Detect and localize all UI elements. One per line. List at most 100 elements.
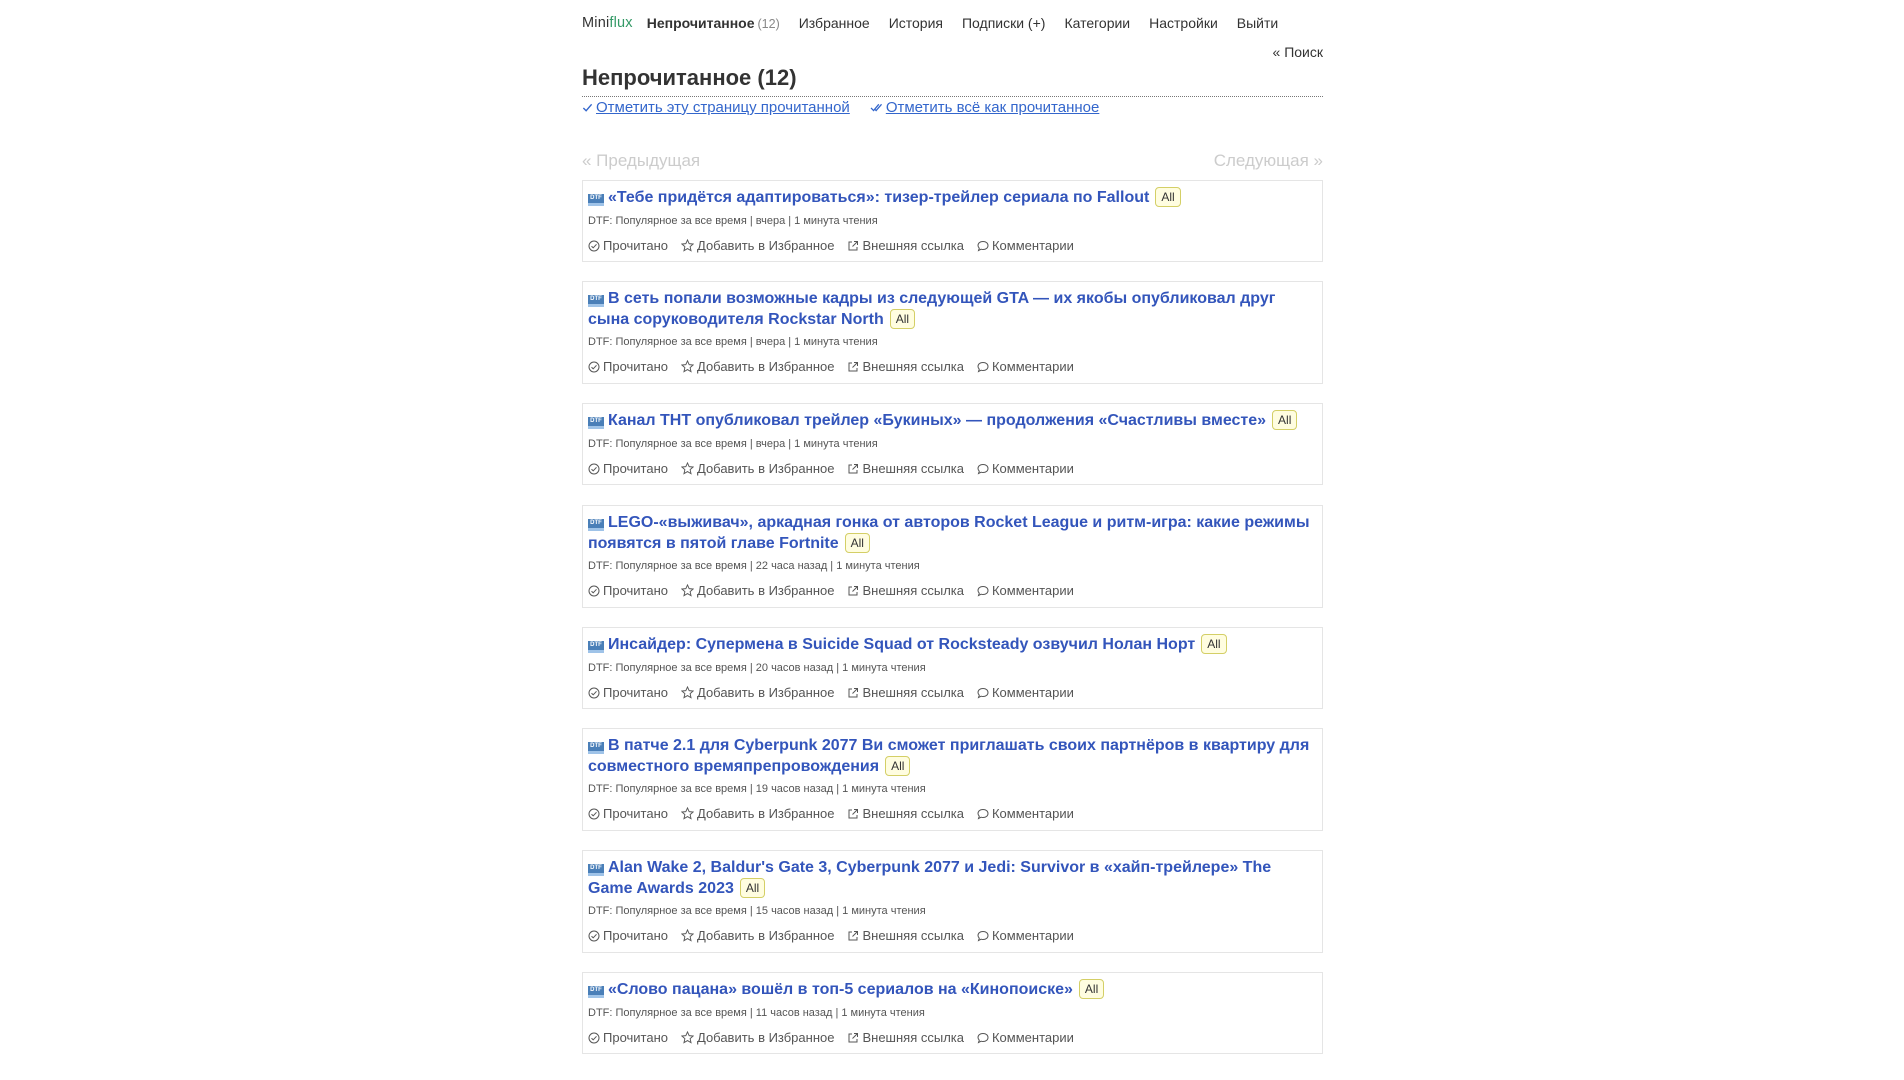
category-tag[interactable]: All — [739, 878, 766, 898]
entry-title-link[interactable]: «Тебе придётся адаптироваться»: тизер-тр… — [608, 189, 1149, 206]
category-tag[interactable]: All — [844, 533, 870, 553]
category-tag[interactable]: All — [1272, 410, 1298, 430]
mark-read-label: Прочитано — [603, 238, 668, 253]
external-link-label: Внешняя ссылка — [862, 583, 964, 598]
comments-button[interactable]: Комментарии — [977, 583, 1074, 598]
mark-read-button[interactable]: Прочитано — [588, 928, 668, 943]
nav-logout[interactable]: Выйти — [1237, 15, 1278, 31]
mark-all-read-button[interactable]: Отметить всё как прочитанное — [870, 99, 1099, 116]
star-button[interactable]: Добавить в Избранное — [681, 806, 834, 821]
external-link-button[interactable]: Внешняя ссылка — [847, 928, 964, 943]
comment-icon — [977, 361, 989, 372]
external-link-icon — [848, 463, 859, 473]
mark-read-button[interactable]: Прочитано — [588, 806, 668, 821]
comments-button[interactable]: Комментарии — [977, 928, 1074, 943]
external-link-button[interactable]: Внешняя ссылка — [847, 359, 964, 374]
entry-title: DTF «Слово пацана» вошёл в топ-5 сериалов… — [588, 979, 1314, 1000]
entry-actions: Прочитано Добавить в Избранное Внешняя ссы… — [588, 806, 1087, 821]
entry-item: DTF LEGO-«выживач», аркадная гонка от авт… — [582, 505, 1323, 608]
feed-icon: DTF — [588, 194, 604, 206]
comments-label: Комментарии — [991, 359, 1074, 374]
external-link-label: Внешняя ссылка — [862, 461, 964, 476]
star-label: Добавить в Избранное — [697, 583, 835, 598]
check-circle-icon — [588, 687, 600, 698]
comments-label: Комментарии — [991, 583, 1074, 598]
feed-icon: DTF — [588, 641, 604, 653]
mark-read-button[interactable]: Прочитано — [588, 583, 668, 598]
nav-feeds[interactable]: Подписки (+) — [962, 15, 1045, 31]
feed-icon: DTF — [588, 742, 604, 754]
star-button[interactable]: Добавить в Избранное — [681, 238, 834, 253]
external-link-icon — [848, 361, 859, 371]
external-link-button[interactable]: Внешняя ссылка — [847, 583, 964, 598]
star-button[interactable]: Добавить в Избранное — [681, 1030, 834, 1045]
category-tag[interactable]: All — [889, 309, 916, 329]
nav-history[interactable]: История — [889, 15, 943, 31]
star-icon — [681, 584, 694, 597]
comment-icon — [977, 930, 989, 941]
external-link-button[interactable]: Внешняя ссылка — [847, 461, 964, 476]
mark-read-button[interactable]: Прочитано — [588, 461, 668, 476]
mark-read-button[interactable]: Прочитано — [588, 685, 668, 700]
feed-icon: DTF — [588, 864, 604, 876]
entry-meta: DTF: Популярное за все время | 20 часов … — [588, 662, 926, 674]
logo-flux: flux — [609, 15, 633, 31]
search-link[interactable]: « Поиск — [1273, 44, 1323, 60]
mark-read-button[interactable]: Прочитано — [588, 1030, 668, 1045]
external-link-button[interactable]: Внешняя ссылка — [847, 1030, 964, 1045]
comment-icon — [977, 585, 989, 596]
entry-item: DTF Alan Wake 2, Baldur's Gate 3, Cyberpu… — [582, 850, 1323, 953]
star-icon — [681, 360, 694, 373]
feed-icon: DTF — [588, 986, 604, 998]
entry-title-link[interactable]: В сеть попали возможные кадры из следующ… — [588, 290, 1275, 328]
star-button[interactable]: Добавить в Избранное — [681, 359, 834, 374]
star-button[interactable]: Добавить в Избранное — [681, 461, 834, 476]
comments-button[interactable]: Комментарии — [977, 461, 1074, 476]
entry-item: DTF В сеть попали возможные кадры из след… — [582, 281, 1323, 384]
entry-actions: Прочитано Добавить в Избранное Внешняя ссы… — [588, 238, 1087, 253]
page-title: Непрочитанное (12) — [582, 64, 1323, 97]
external-link-button[interactable]: Внешняя ссылка — [847, 238, 964, 253]
entry-title-link[interactable]: В патче 2.1 для Cyberpunk 2077 Ви сможет… — [588, 737, 1309, 775]
comments-button[interactable]: Комментарии — [977, 685, 1074, 700]
comments-button[interactable]: Комментарии — [977, 238, 1074, 253]
nav-starred[interactable]: Избранное — [799, 15, 870, 31]
nav-unread[interactable]: Непрочитанное (12) — [647, 15, 780, 31]
mark-page-read-button[interactable]: Отметить эту страницу прочитанной — [582, 99, 850, 116]
category-tag[interactable]: All — [1201, 634, 1227, 654]
category-tag[interactable]: All — [885, 756, 911, 776]
star-button[interactable]: Добавить в Избранное — [681, 685, 834, 700]
entry-item: DTF В патче 2.1 для Cyberpunk 2077 Ви смо… — [582, 728, 1323, 831]
entry-title: DTF Канал ТНТ опубликовал трейлер «Букины… — [588, 410, 1314, 431]
comments-label: Комментарии — [991, 238, 1074, 253]
nav-settings[interactable]: Настройки — [1149, 15, 1218, 31]
comment-icon — [977, 240, 989, 251]
nav-categories[interactable]: Категории — [1064, 15, 1130, 31]
star-label: Добавить в Избранное — [697, 359, 835, 374]
pagination-next: Следующая » — [1213, 151, 1323, 170]
star-button[interactable]: Добавить в Избранное — [681, 928, 834, 943]
category-tag[interactable]: All — [1078, 979, 1105, 999]
entry-meta: DTF: Популярное за все время | вчера | 1… — [588, 215, 878, 227]
entry-title-link[interactable]: «Слово пацана» вошёл в топ-5 сериалов на… — [608, 981, 1073, 998]
entry-title-link[interactable]: LEGO-«выживач», аркадная гонка от авторо… — [588, 514, 1310, 552]
entry-title-link[interactable]: Канал ТНТ опубликовал трейлер «Букиных» … — [608, 412, 1266, 429]
comments-button[interactable]: Комментарии — [977, 359, 1074, 374]
external-link-button[interactable]: Внешняя ссылка — [847, 806, 964, 821]
comments-label: Комментарии — [991, 1030, 1074, 1045]
external-link-icon — [848, 585, 859, 595]
mark-read-button[interactable]: Прочитано — [588, 238, 668, 253]
star-button[interactable]: Добавить в Избранное — [681, 583, 834, 598]
logo[interactable]: Miniflux — [582, 15, 633, 31]
entry-title-link[interactable]: Инсайдер: Супермена в Suicide Squad от R… — [608, 636, 1195, 653]
category-tag[interactable]: All — [1155, 187, 1181, 207]
mark-read-button[interactable]: Прочитано — [588, 359, 668, 374]
entry-actions: Прочитано Добавить в Избранное Внешняя ссы… — [588, 928, 1087, 943]
entry-actions: Прочитано Добавить в Избранное Внешняя ссы… — [588, 583, 1087, 598]
entry-title-link[interactable]: Alan Wake 2, Baldur's Gate 3, Cyberpunk … — [588, 859, 1271, 897]
entry-actions: Прочитано Добавить в Избранное Внешняя ссы… — [588, 461, 1087, 476]
comments-button[interactable]: Комментарии — [977, 1030, 1074, 1045]
comments-button[interactable]: Комментарии — [977, 806, 1074, 821]
external-link-icon — [848, 687, 859, 697]
external-link-button[interactable]: Внешняя ссылка — [847, 685, 964, 700]
